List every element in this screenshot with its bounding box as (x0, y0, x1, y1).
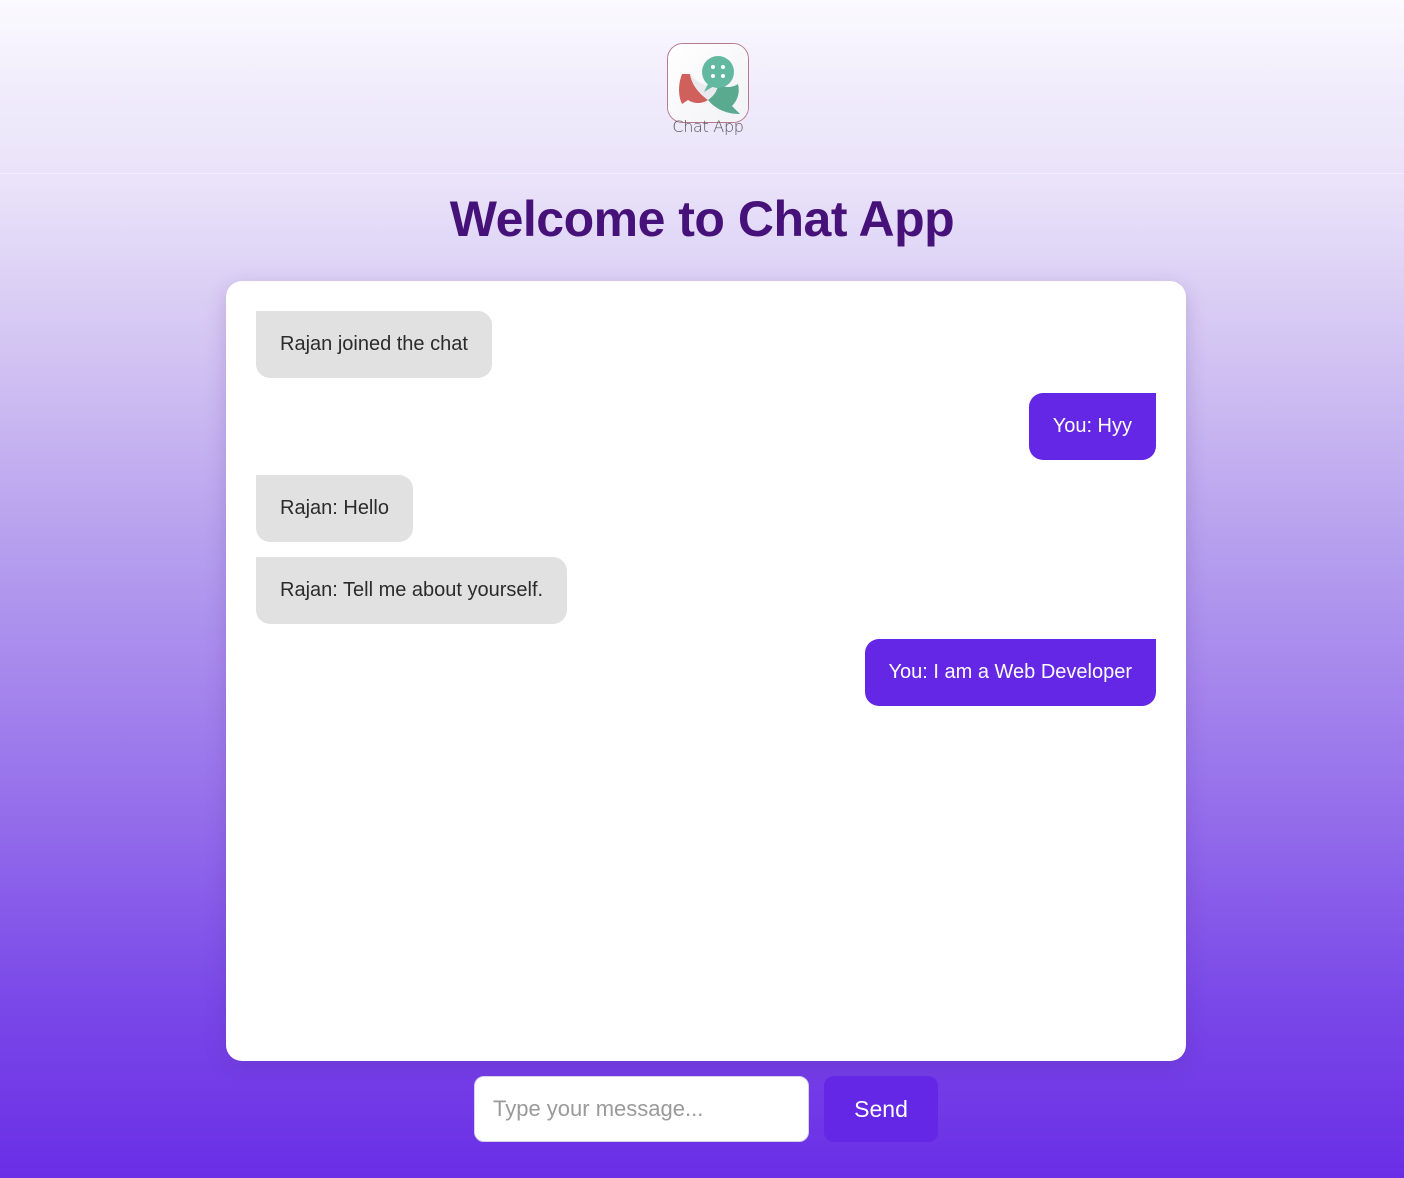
message-composer: Send (0, 1076, 1404, 1142)
header: Chat App (0, 0, 1404, 174)
send-button[interactable]: Send (824, 1076, 938, 1142)
chat-messages-panel[interactable]: Rajan joined the chat You: Hyy Rajan: He… (226, 281, 1186, 1061)
message-input[interactable] (474, 1076, 809, 1142)
message-bubble-received: Rajan: Tell me about yourself. (256, 557, 568, 624)
message-bubble-received: Rajan: Hello (256, 475, 413, 542)
message-bubble-sent: You: Hyy (1028, 393, 1156, 460)
message-bubble-sent: You: I am a Web Developer (864, 639, 1156, 706)
logo-caption: Chat App (672, 117, 744, 136)
message-bubble-received: Rajan joined the chat (256, 311, 492, 378)
page-title: Welcome to Chat App (449, 191, 955, 247)
chat-app-logo-icon (667, 43, 749, 123)
